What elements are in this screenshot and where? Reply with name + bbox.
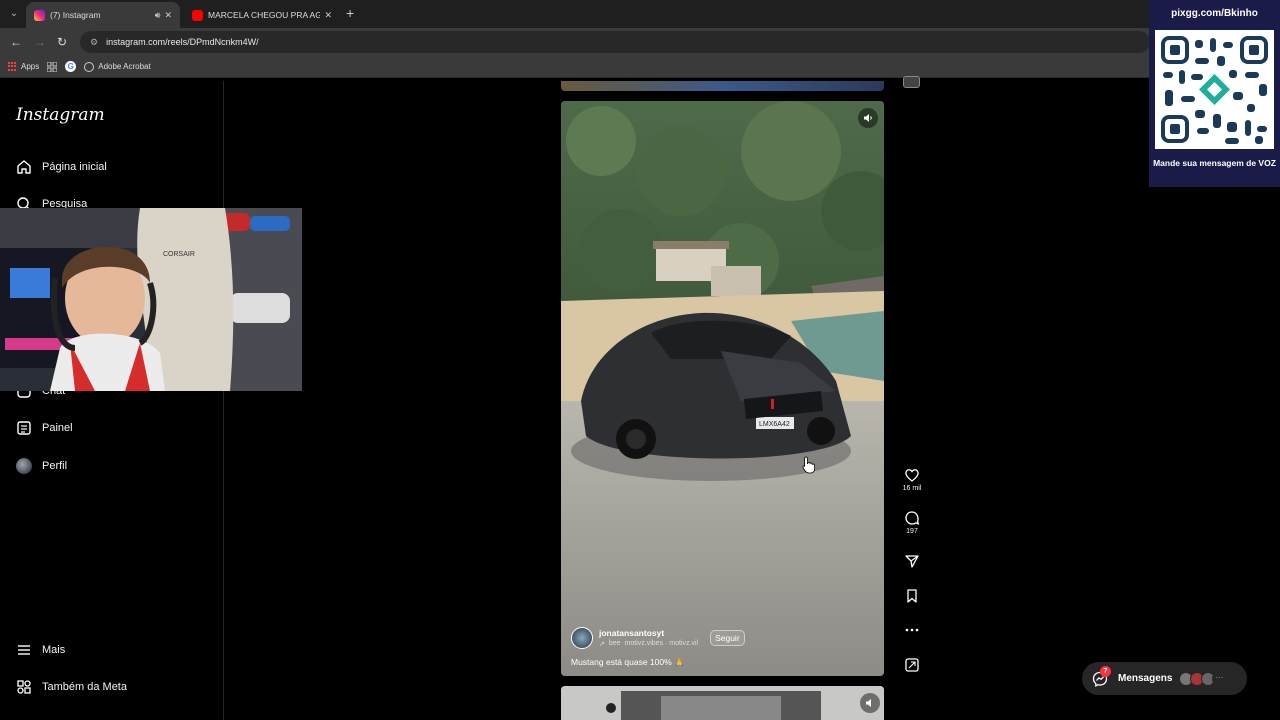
- sidebar-item-more[interactable]: Mais: [16, 642, 65, 658]
- messages-button[interactable]: 7 Mensagens ···: [1082, 662, 1247, 695]
- tab-title: MARCELA CHEGOU PRA AGILIZ: [208, 10, 321, 20]
- bookmarks-bar: Apps G Adobe Acrobat: [0, 56, 1280, 78]
- menu-icon: [16, 642, 32, 658]
- sidebar-item-label: Painel: [42, 422, 73, 434]
- qr-code: [1155, 30, 1274, 149]
- speaker-icon: [864, 114, 872, 122]
- author-avatar[interactable]: [571, 627, 593, 649]
- site-info-icon[interactable]: ⚙: [90, 37, 98, 48]
- close-tab-icon[interactable]: ✕: [324, 10, 332, 21]
- close-tab-icon[interactable]: ✕: [164, 10, 172, 21]
- audio-page-button[interactable]: [899, 657, 925, 673]
- like-button[interactable]: 16 mil: [899, 467, 925, 492]
- reel-video[interactable]: LMX6A42 jonatansantosyt ↗ bee motivz.vib…: [561, 101, 884, 676]
- music-note-icon: ↗: [599, 641, 605, 648]
- sidebar-item-label: Mais: [42, 644, 66, 656]
- sidebar-item-label: Também da Meta: [42, 681, 127, 693]
- speaker-icon[interactable]: 🔊︎: [155, 10, 161, 21]
- bookmark-apps-label: Apps: [21, 62, 40, 71]
- forward-icon[interactable]: →: [34, 35, 46, 49]
- previous-reel-audio-avatar[interactable]: [903, 76, 920, 88]
- url-text: instagram.com/reels/DPmdNcnkm4W/: [106, 37, 259, 47]
- tab-title: (7) Instagram: [50, 10, 101, 20]
- more-options-button[interactable]: [899, 622, 925, 638]
- url-input[interactable]: ⚙ instagram.com/reels/DPmdNcnkm4W/: [80, 31, 1150, 53]
- messages-badge: 7: [1100, 665, 1111, 677]
- home-icon: [16, 159, 32, 175]
- dashboard-icon: [16, 420, 32, 436]
- sidebar-item-meta[interactable]: Também da Meta: [16, 679, 127, 695]
- bookmark-icon: [907, 589, 917, 603]
- next-reel-mute-button[interactable]: [860, 693, 880, 713]
- globe-icon: [84, 61, 95, 72]
- svg-text:CORSAIR: CORSAIR: [163, 251, 195, 258]
- share-button[interactable]: [899, 553, 925, 569]
- bookmark-acrobat[interactable]: Adobe Acrobat: [84, 61, 151, 72]
- bookmark-grid[interactable]: [47, 61, 58, 72]
- comment-icon: [905, 511, 920, 525]
- tab-youtube[interactable]: MARCELA CHEGOU PRA AGILIZ ✕: [184, 2, 340, 28]
- instagram-favicon-icon: [34, 9, 45, 21]
- grid-icon: [47, 61, 58, 72]
- back-icon[interactable]: ←: [10, 35, 22, 49]
- google-icon: G: [65, 61, 77, 72]
- profile-avatar: [16, 458, 32, 474]
- sidebar-item-profile[interactable]: Perfil: [16, 458, 67, 474]
- apps-grid-icon: [8, 62, 17, 71]
- browser-tab-bar: ⌄ (7) Instagram 🔊︎ ✕ MARCELA CHEGOU PRA …: [0, 0, 1280, 28]
- comment-button[interactable]: 197: [899, 510, 925, 535]
- follow-button[interactable]: Seguir: [710, 630, 745, 646]
- music-track: motivz.vibes · motivz.vil: [624, 640, 699, 647]
- messages-label: Mensagens: [1118, 673, 1173, 684]
- music-row[interactable]: ↗ bee motivz.vibes · motivz.vil: [599, 640, 698, 648]
- more-icon: ···: [1212, 671, 1227, 686]
- instagram-logo[interactable]: Instagram: [16, 105, 105, 125]
- next-reel-frame: [561, 686, 884, 720]
- new-tab-button[interactable]: +: [346, 5, 354, 21]
- previous-reel[interactable]: [561, 81, 884, 91]
- qr-code-image: [1155, 30, 1274, 149]
- speaker-icon: [866, 699, 871, 707]
- tab-instagram[interactable]: (7) Instagram 🔊︎ ✕: [26, 2, 180, 28]
- instagram-sidebar: Instagram Página inicial Pesquisa Chat P…: [0, 81, 224, 720]
- reel-video-frame: LMX6A42: [561, 101, 884, 676]
- audio-thumbnail-icon: [905, 658, 919, 672]
- license-plate: LMX6A42: [759, 421, 790, 428]
- tab-search-icon[interactable]: ⌄: [6, 6, 22, 22]
- save-button[interactable]: [899, 588, 925, 604]
- heart-icon: [905, 469, 919, 482]
- pix-message: Mande sua mensagem de VOZ: [1153, 158, 1276, 168]
- next-reel[interactable]: [561, 686, 884, 720]
- author-row: jonatansantosyt ↗ bee motivz.vibes · mot…: [571, 627, 871, 649]
- sidebar-item-home[interactable]: Página inicial: [16, 159, 107, 175]
- like-count: 16 mil: [902, 485, 922, 492]
- pix-url: pixgg.com/Bkinho: [1171, 8, 1258, 19]
- send-icon: [905, 555, 919, 568]
- sidebar-item-label: Perfil: [42, 460, 68, 472]
- comment-count: 197: [906, 528, 918, 535]
- hand-cursor-icon: [802, 456, 815, 474]
- bookmark-acrobat-label: Adobe Acrobat: [98, 62, 151, 71]
- author-username[interactable]: jonatansantosyt: [599, 628, 698, 638]
- messenger-icon: 7: [1092, 665, 1111, 687]
- reel-info: jonatansantosyt ↗ bee motivz.vibes · mot…: [571, 627, 871, 668]
- youtube-favicon-icon: [192, 9, 203, 21]
- music-prefix: bee: [608, 640, 621, 647]
- bookmark-apps[interactable]: Apps: [8, 62, 39, 71]
- message-avatars: ···: [1179, 671, 1227, 686]
- reel-caption[interactable]: Mustang está quase 100% 🙏: [571, 657, 871, 668]
- pix-donation-overlay: pixgg.com/Bkinho Mande sua mensagem de V…: [1149, 0, 1280, 187]
- meta-icon: [16, 679, 32, 695]
- webcam-image: CORSAIR: [0, 208, 302, 391]
- more-icon: [905, 628, 919, 632]
- bookmark-google[interactable]: G: [65, 61, 77, 72]
- reload-icon[interactable]: ↻: [57, 35, 67, 49]
- streamer-webcam: CORSAIR: [0, 208, 302, 391]
- address-bar-row: ← → ↻ ⚙ instagram.com/reels/DPmdNcnkm4W/: [0, 28, 1280, 56]
- sidebar-item-label: Página inicial: [42, 161, 107, 173]
- sidebar-item-dashboard[interactable]: Painel: [16, 420, 73, 436]
- mute-button[interactable]: [858, 108, 878, 128]
